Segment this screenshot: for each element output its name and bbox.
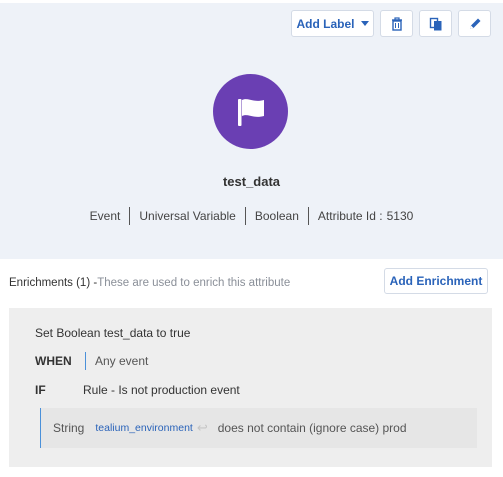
when-row: WHEN Any event xyxy=(35,352,148,370)
condition-variable[interactable]: tealium_environment xyxy=(95,422,192,434)
rule-condition: String tealium_environment ↩ does not co… xyxy=(40,408,477,448)
if-row: IF Rule - Is not production event xyxy=(35,383,240,397)
when-label: WHEN xyxy=(35,354,72,368)
chevron-down-icon xyxy=(360,21,369,26)
trash-icon xyxy=(391,16,402,31)
condition-operator: does not contain (ignore case) prod xyxy=(217,421,407,435)
attribute-id-value: 5130 xyxy=(386,209,414,223)
add-label-button[interactable]: Add Label xyxy=(291,10,374,37)
enrichment-card[interactable]: Set Boolean test_data to true WHEN Any e… xyxy=(9,308,492,467)
attribute-meta: Event Universal Variable Boolean Attribu… xyxy=(0,207,503,225)
attribute-type-badge xyxy=(213,74,288,149)
enrichments-title: Enrichments (1) - xyxy=(9,277,98,289)
attribute-toolbar: Add Label xyxy=(291,10,491,37)
flag-icon xyxy=(237,98,264,126)
if-label: IF xyxy=(35,383,46,397)
copy-icon xyxy=(429,17,441,30)
attribute-name: test_data xyxy=(222,174,281,189)
enrichments-header: Enrichments (1) -These are used to enric… xyxy=(9,277,290,289)
rule-name: Rule - Is not production event xyxy=(83,383,240,397)
edit-button[interactable] xyxy=(458,10,491,37)
attribute-type: Universal Variable xyxy=(139,209,236,223)
reply-icon: ↩ xyxy=(196,420,208,435)
divider xyxy=(85,352,86,370)
attribute-id-label: Attribute Id : xyxy=(317,209,383,223)
delete-button[interactable] xyxy=(380,10,413,37)
attribute-scope: Event xyxy=(89,209,121,223)
attribute-data-type: Boolean xyxy=(254,209,299,223)
add-label-text: Add Label xyxy=(296,16,355,31)
attribute-id: Attribute Id : 5130 xyxy=(309,208,422,224)
when-value: Any event xyxy=(95,354,149,368)
enrichments-hint: These are used to enrich this attribute xyxy=(97,277,291,289)
condition-type: String xyxy=(53,421,85,435)
add-enrichment-button[interactable]: Add Enrichment xyxy=(384,268,488,294)
copy-button[interactable] xyxy=(419,10,452,37)
pencil-icon xyxy=(469,18,480,29)
enrichment-title: Set Boolean test_data to true xyxy=(35,326,191,340)
